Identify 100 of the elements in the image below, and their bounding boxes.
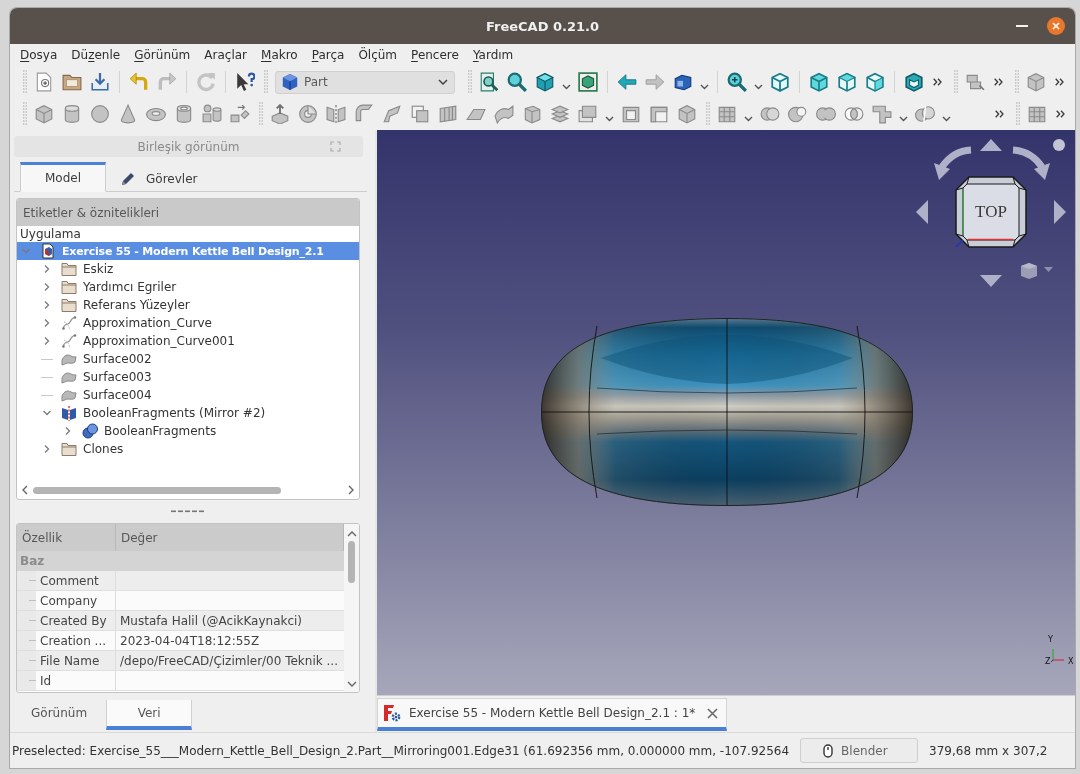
solid-cube-icon[interactable]: [535, 72, 555, 92]
box-icon[interactable]: [673, 72, 693, 92]
save-icon[interactable]: [90, 72, 110, 92]
striped-box-icon[interactable]: [717, 104, 737, 124]
arrow-up-icon[interactable]: [980, 139, 1002, 151]
tree-item[interactable]: Eskiz: [83, 262, 114, 276]
tree-item[interactable]: Referans Yüzeyler: [83, 298, 190, 312]
menu-item[interactable]: Parça: [304, 48, 352, 62]
workbench-dropdown[interactable]: Part: [275, 70, 455, 94]
cube-icon[interactable]: [677, 104, 697, 124]
scroll-up-icon[interactable]: [346, 530, 357, 537]
mirror-halves-icon[interactable]: [326, 104, 346, 124]
3d-viewport[interactable]: TOP Y Z X: [377, 130, 1075, 695]
scrollbar-thumb[interactable]: [348, 541, 355, 583]
view-cube-icon[interactable]: [865, 72, 885, 92]
undo-icon[interactable]: [129, 72, 149, 92]
double-chevron-icon[interactable]: [1056, 110, 1065, 118]
sphere-icon[interactable]: [90, 104, 110, 124]
split-circles-icon[interactable]: [915, 104, 935, 124]
grip-icon[interactable]: [23, 102, 27, 126]
striped-box-icon[interactable]: [1027, 104, 1047, 124]
tree-item[interactable]: Clones: [83, 442, 124, 456]
caret-icon[interactable]: [562, 84, 571, 90]
menu-item[interactable]: Görünüm: [127, 48, 198, 62]
tab[interactable]: Model: [20, 162, 106, 192]
grip-icon[interactable]: [259, 102, 263, 126]
cube-icon[interactable]: [1026, 72, 1046, 92]
folder-icon[interactable]: [62, 72, 82, 92]
slices-icon[interactable]: [550, 104, 570, 124]
nav-cube-face[interactable]: TOP: [955, 176, 1027, 248]
arrow-left-icon[interactable]: [916, 200, 928, 224]
page-magnifier-icon[interactable]: [479, 72, 499, 92]
property-row[interactable]: Id: [17, 671, 344, 691]
slanted-sheet-icon[interactable]: [382, 104, 402, 124]
property-row[interactable]: Created By Mustafa Halil (@AcikKaynakci): [17, 611, 344, 631]
view-cube-icon[interactable]: [809, 72, 829, 92]
document-tab[interactable]: Exercise 55 - Modern Kettle Bell Design_2.1 : 1*: [377, 698, 727, 731]
wireframe-cube-icon[interactable]: [770, 72, 790, 92]
splitter-grip-icon[interactable]: [170, 510, 205, 513]
tab[interactable]: Görevler: [106, 162, 212, 192]
menu-item[interactable]: Ölçüm: [351, 48, 405, 62]
t-shape-icon[interactable]: [872, 104, 892, 124]
caret-icon[interactable]: [942, 116, 951, 122]
scroll-right-icon[interactable]: [347, 485, 355, 495]
close-icon[interactable]: [1047, 17, 1065, 35]
tree-item[interactable]: Surface003: [83, 370, 152, 384]
cylinder-icon[interactable]: [62, 104, 82, 124]
menu-item[interactable]: Düzenle: [64, 48, 128, 62]
overlapping-circles-icon[interactable]: [760, 104, 780, 124]
caret-icon[interactable]: [605, 116, 614, 122]
cone-icon[interactable]: [118, 104, 138, 124]
tab[interactable]: Veri: [106, 700, 193, 730]
scrollbar-thumb[interactable]: [33, 486, 281, 494]
scroll-left-icon[interactable]: [21, 485, 29, 495]
grip-icon[interactable]: [23, 70, 27, 94]
grip-icon[interactable]: [468, 70, 472, 94]
double-chevron-icon[interactable]: [995, 110, 1004, 118]
zoom-icon[interactable]: [727, 72, 747, 92]
grip-icon[interactable]: [1016, 102, 1020, 126]
grip-icon[interactable]: [954, 70, 958, 94]
navigation-style-button[interactable]: Blender: [800, 738, 919, 763]
double-chevron-icon[interactable]: [1055, 78, 1064, 86]
circle-outlines-icon[interactable]: [844, 104, 864, 124]
caret-icon[interactable]: [1044, 267, 1053, 272]
swept-shape-icon[interactable]: [494, 104, 514, 124]
tree-item[interactable]: Surface002: [83, 352, 152, 366]
framed-cube-icon[interactable]: [578, 72, 598, 92]
property-row[interactable]: Creation ... 2023-04-04T18:12:55Z: [17, 631, 344, 651]
circle-icon[interactable]: [1053, 139, 1065, 151]
overlapping-squares-icon[interactable]: [410, 104, 430, 124]
joined-circles-icon[interactable]: [816, 104, 836, 124]
arrow-down-icon[interactable]: [980, 275, 1002, 287]
redo-icon[interactable]: [157, 72, 177, 92]
cube-icon[interactable]: [1020, 262, 1038, 280]
stacked-boxes-icon[interactable]: [965, 72, 985, 92]
view-cube-icon[interactable]: [837, 72, 857, 92]
view-cube-icon[interactable]: [904, 72, 924, 92]
property-row[interactable]: Company: [17, 591, 344, 611]
menu-item[interactable]: Dosya: [13, 48, 65, 62]
layers-icon[interactable]: [578, 104, 598, 124]
tree-item[interactable]: BooleanFragments (Mirror #2): [83, 406, 266, 420]
caret-icon[interactable]: [754, 84, 763, 90]
tree-item[interactable]: BooleanFragments: [104, 424, 217, 438]
curved-arrow-icon[interactable]: [1011, 145, 1051, 181]
shapes-icon[interactable]: [202, 104, 222, 124]
tube-icon[interactable]: [174, 104, 194, 124]
cube-icon[interactable]: [34, 104, 54, 124]
close-icon[interactable]: [707, 707, 718, 719]
double-chevron-icon[interactable]: [933, 78, 942, 86]
arrow-right-icon[interactable]: [1054, 200, 1066, 224]
caret-icon[interactable]: [700, 84, 709, 90]
tab[interactable]: Görünüm: [12, 700, 107, 730]
double-chevron-icon[interactable]: [994, 78, 1003, 86]
property-row[interactable]: File Name /depo/FreeCAD/Çizimler/00 Teknik ...: [17, 651, 344, 671]
menu-item[interactable]: Araçlar: [197, 48, 254, 62]
tree-item[interactable]: Yardımcı Egriler: [83, 280, 177, 294]
open-frame-icon[interactable]: [649, 104, 669, 124]
block-icon[interactable]: [522, 104, 542, 124]
magnifier-icon[interactable]: [507, 72, 527, 92]
circle-cutout-icon[interactable]: [788, 104, 808, 124]
